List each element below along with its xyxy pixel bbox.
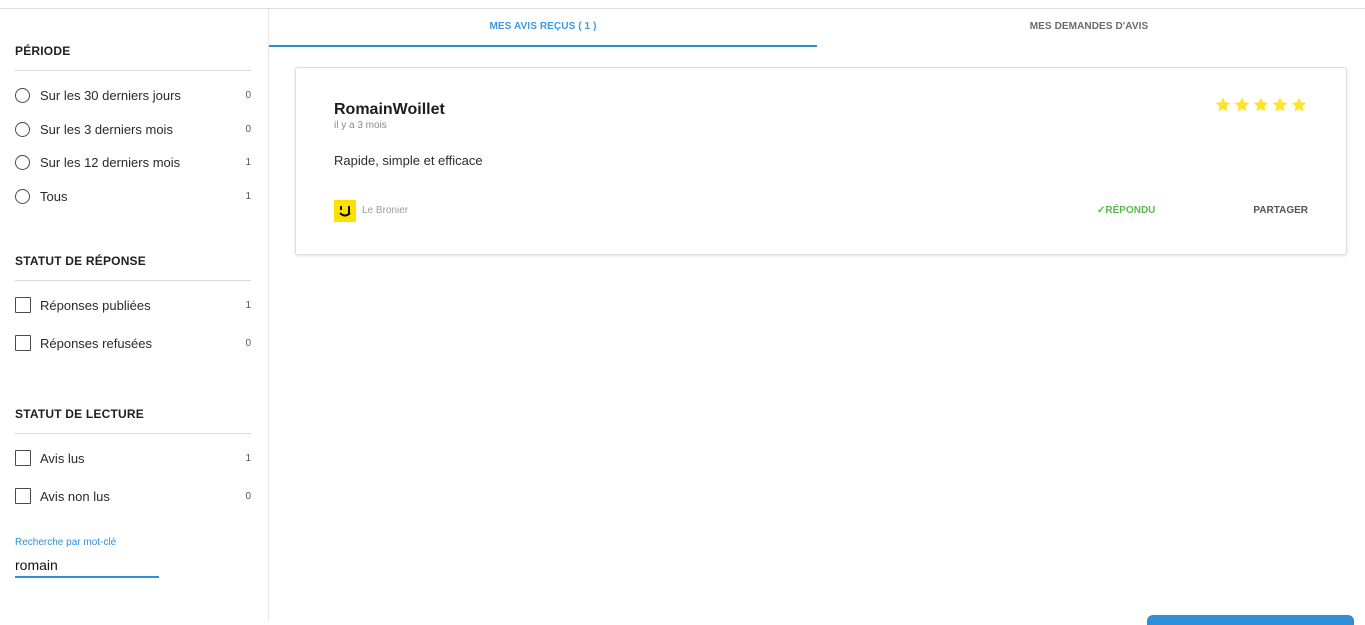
checkbox-icon[interactable] (15, 335, 31, 351)
star-icon (1272, 97, 1288, 112)
period-option-12-months[interactable]: Sur les 12 derniers mois 1 (15, 153, 251, 175)
period-title: PÉRIODE (15, 44, 71, 58)
period-option-label: Sur les 12 derniers mois (40, 155, 181, 170)
response-option-published[interactable]: Réponses publiées 1 (15, 296, 251, 318)
keyword-search-label: Recherche par mot-clé (15, 537, 117, 548)
period-divider (15, 70, 251, 71)
response-status-divider (15, 280, 251, 281)
period-option-30-days[interactable]: Sur les 30 derniers jours 0 (15, 86, 251, 108)
response-status-title: STATUT DE RÉPONSE (15, 254, 146, 268)
period-option-label: Tous (40, 189, 68, 204)
period-option-label: Sur les 3 derniers mois (40, 122, 173, 137)
review-date: il y a 3 mois (334, 120, 387, 131)
response-option-label: Réponses publiées (40, 298, 151, 313)
response-option-count: 1 (245, 300, 251, 311)
share-button[interactable]: PARTAGER (1253, 205, 1308, 216)
read-option-unread[interactable]: Avis non lus 0 (15, 487, 251, 509)
tab-review-requests[interactable]: MES DEMANDES D'AVIS (817, 9, 1361, 45)
read-status-divider (15, 433, 251, 434)
period-option-3-months[interactable]: Sur les 3 derniers mois 0 (15, 120, 251, 142)
read-option-label: Avis non lus (40, 489, 110, 504)
read-option-label: Avis lus (40, 451, 85, 466)
period-option-label: Sur les 30 derniers jours (40, 88, 181, 103)
star-icon (1215, 97, 1231, 112)
response-option-refused[interactable]: Réponses refusées 0 (15, 334, 251, 356)
radio-icon[interactable] (15, 122, 30, 137)
keyword-search-input[interactable] (15, 554, 159, 578)
checkbox-icon[interactable] (15, 450, 31, 466)
review-card: RomainWoillet il y a 3 mois Rapide, simp… (295, 67, 1347, 255)
star-icon (1291, 97, 1307, 112)
tab-received-reviews[interactable]: MES AVIS REÇUS ( 1 ) (269, 9, 817, 47)
radio-icon[interactable] (15, 189, 30, 204)
period-option-all[interactable]: Tous 1 (15, 187, 251, 209)
read-status-title: STATUT DE LECTURE (15, 407, 144, 421)
read-option-count: 1 (245, 453, 251, 464)
period-option-count: 1 (245, 157, 251, 168)
checkbox-icon[interactable] (15, 297, 31, 313)
period-option-count: 1 (245, 191, 251, 202)
rating-stars (1214, 96, 1308, 114)
radio-icon[interactable] (15, 155, 30, 170)
checkbox-icon[interactable] (15, 488, 31, 504)
period-option-count: 0 (245, 90, 251, 101)
filter-sidebar: PÉRIODE Sur les 30 derniers jours 0 Sur … (0, 9, 269, 621)
review-author: RomainWoillet (334, 101, 445, 118)
response-option-count: 0 (245, 338, 251, 349)
star-icon (1253, 97, 1269, 112)
read-option-count: 0 (245, 491, 251, 502)
radio-icon[interactable] (15, 88, 30, 103)
read-option-read[interactable]: Avis lus 1 (15, 449, 251, 471)
bottom-floating-button[interactable] (1147, 615, 1354, 625)
review-text: Rapide, simple et efficace (334, 153, 483, 168)
replied-status: ✓RÉPONDU (1097, 205, 1156, 216)
response-option-label: Réponses refusées (40, 336, 153, 351)
period-option-count: 0 (245, 124, 251, 135)
star-icon (1234, 97, 1250, 112)
brand-name: Le Bronier (362, 205, 409, 216)
smiley-logo-icon (334, 200, 356, 222)
